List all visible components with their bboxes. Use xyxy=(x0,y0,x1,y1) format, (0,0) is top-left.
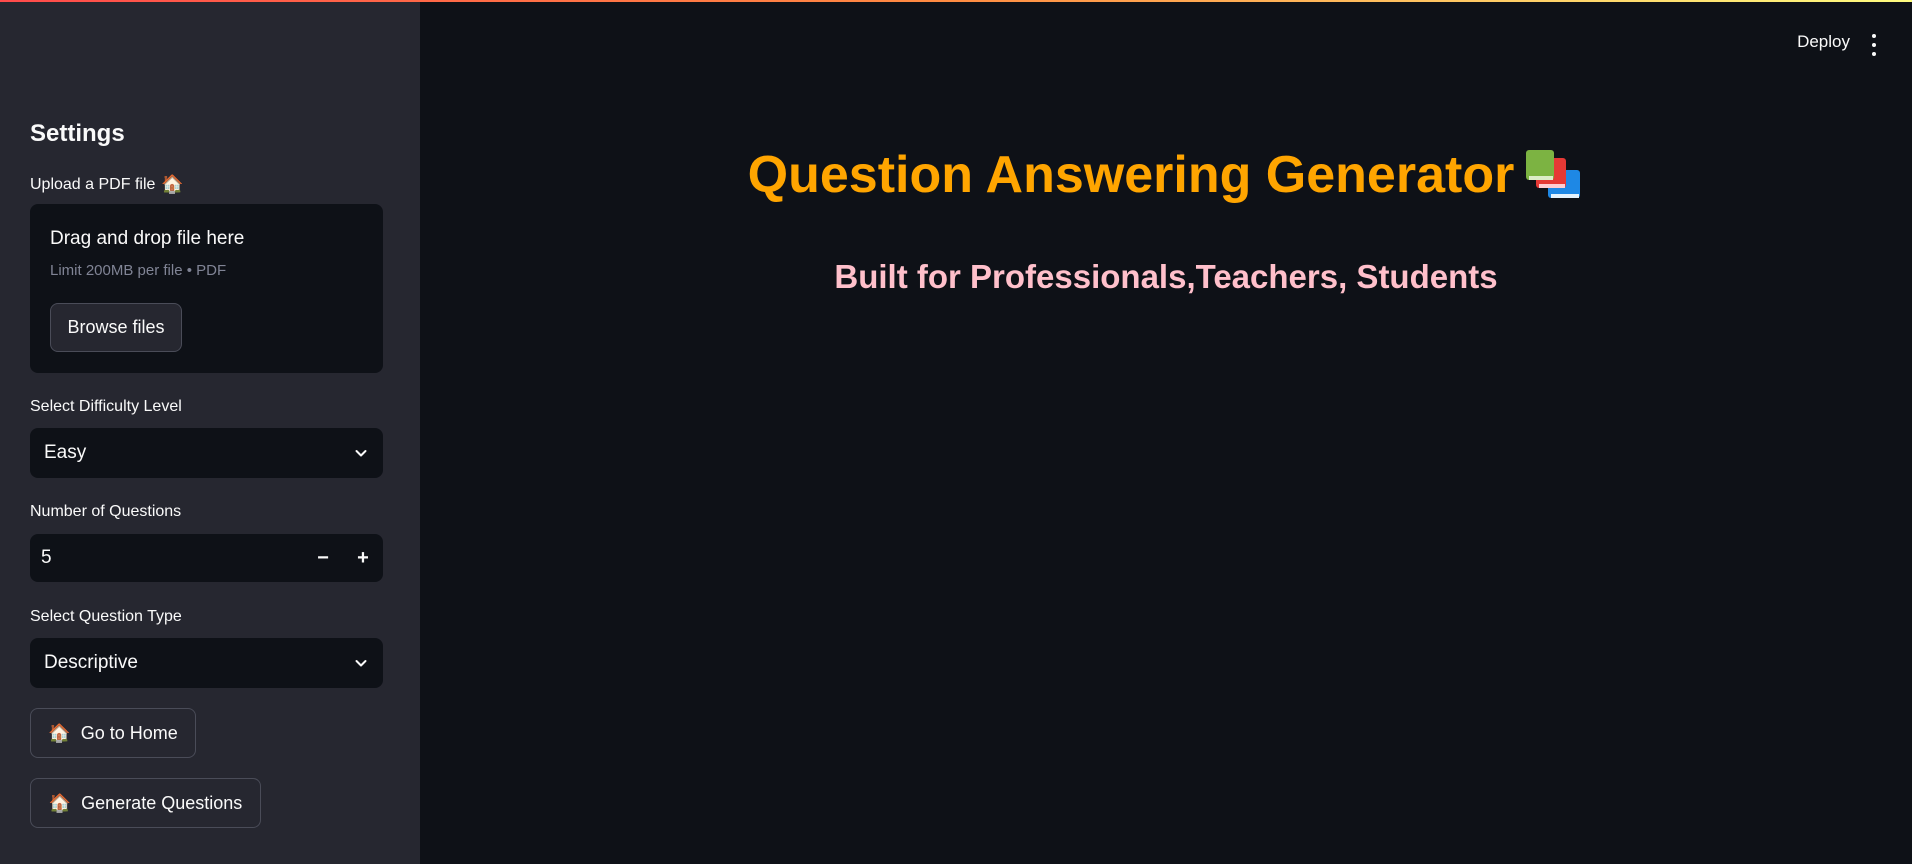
deploy-button[interactable]: Deploy xyxy=(1797,32,1850,52)
home-icon: 🏠 xyxy=(161,174,184,194)
generate-questions-button[interactable]: 🏠 Generate Questions xyxy=(30,778,261,828)
dropzone-title: Drag and drop file here xyxy=(50,228,245,249)
question-type-label: Select Question Type xyxy=(30,608,182,625)
upload-label-text: Upload a PDF file xyxy=(30,175,156,193)
num-questions-label: Number of Questions xyxy=(30,503,182,520)
generate-questions-label: Generate Questions xyxy=(81,792,243,813)
chevron-down-icon xyxy=(355,660,367,667)
increment-button[interactable]: + xyxy=(343,534,383,582)
dropzone-limit-text: Limit 200MB per file • PDF xyxy=(50,262,227,279)
num-questions-input[interactable] xyxy=(30,547,303,569)
sidebar: Settings Upload a PDF file 🏠 Drag and dr… xyxy=(0,0,420,864)
decrement-button[interactable]: − xyxy=(303,534,343,582)
go-home-button[interactable]: 🏠 Go to Home xyxy=(30,708,196,758)
sidebar-heading: Settings xyxy=(30,120,125,147)
home-icon: 🏠 xyxy=(48,722,71,743)
difficulty-selected-value: Easy xyxy=(44,442,87,463)
page-subtitle: Built for Professionals,Teachers, Studen… xyxy=(834,258,1498,295)
question-type-select[interactable]: Descriptive xyxy=(30,638,383,688)
books-icon xyxy=(1526,150,1581,198)
chevron-down-icon xyxy=(355,450,367,457)
main-content: Deploy Question Answering Generator Buil… xyxy=(420,0,1912,864)
browse-files-button[interactable]: Browse files xyxy=(50,303,182,352)
top-decoration-bar xyxy=(0,0,1912,2)
file-dropzone[interactable]: Drag and drop file here Limit 200MB per … xyxy=(30,204,383,373)
kebab-menu-icon[interactable] xyxy=(1870,34,1878,56)
page-title-text: Question Answering Generator xyxy=(747,146,1515,204)
page-title: Question Answering Generator xyxy=(420,145,1912,205)
num-questions-stepper: − + xyxy=(30,534,383,582)
question-type-selected-value: Descriptive xyxy=(44,652,138,673)
go-home-label: Go to Home xyxy=(80,722,178,743)
browse-files-label: Browse files xyxy=(67,317,165,337)
difficulty-select[interactable]: Easy xyxy=(30,428,383,478)
difficulty-label: Select Difficulty Level xyxy=(30,398,182,415)
home-icon: 🏠 xyxy=(48,792,72,813)
upload-label: Upload a PDF file 🏠 xyxy=(30,174,184,195)
